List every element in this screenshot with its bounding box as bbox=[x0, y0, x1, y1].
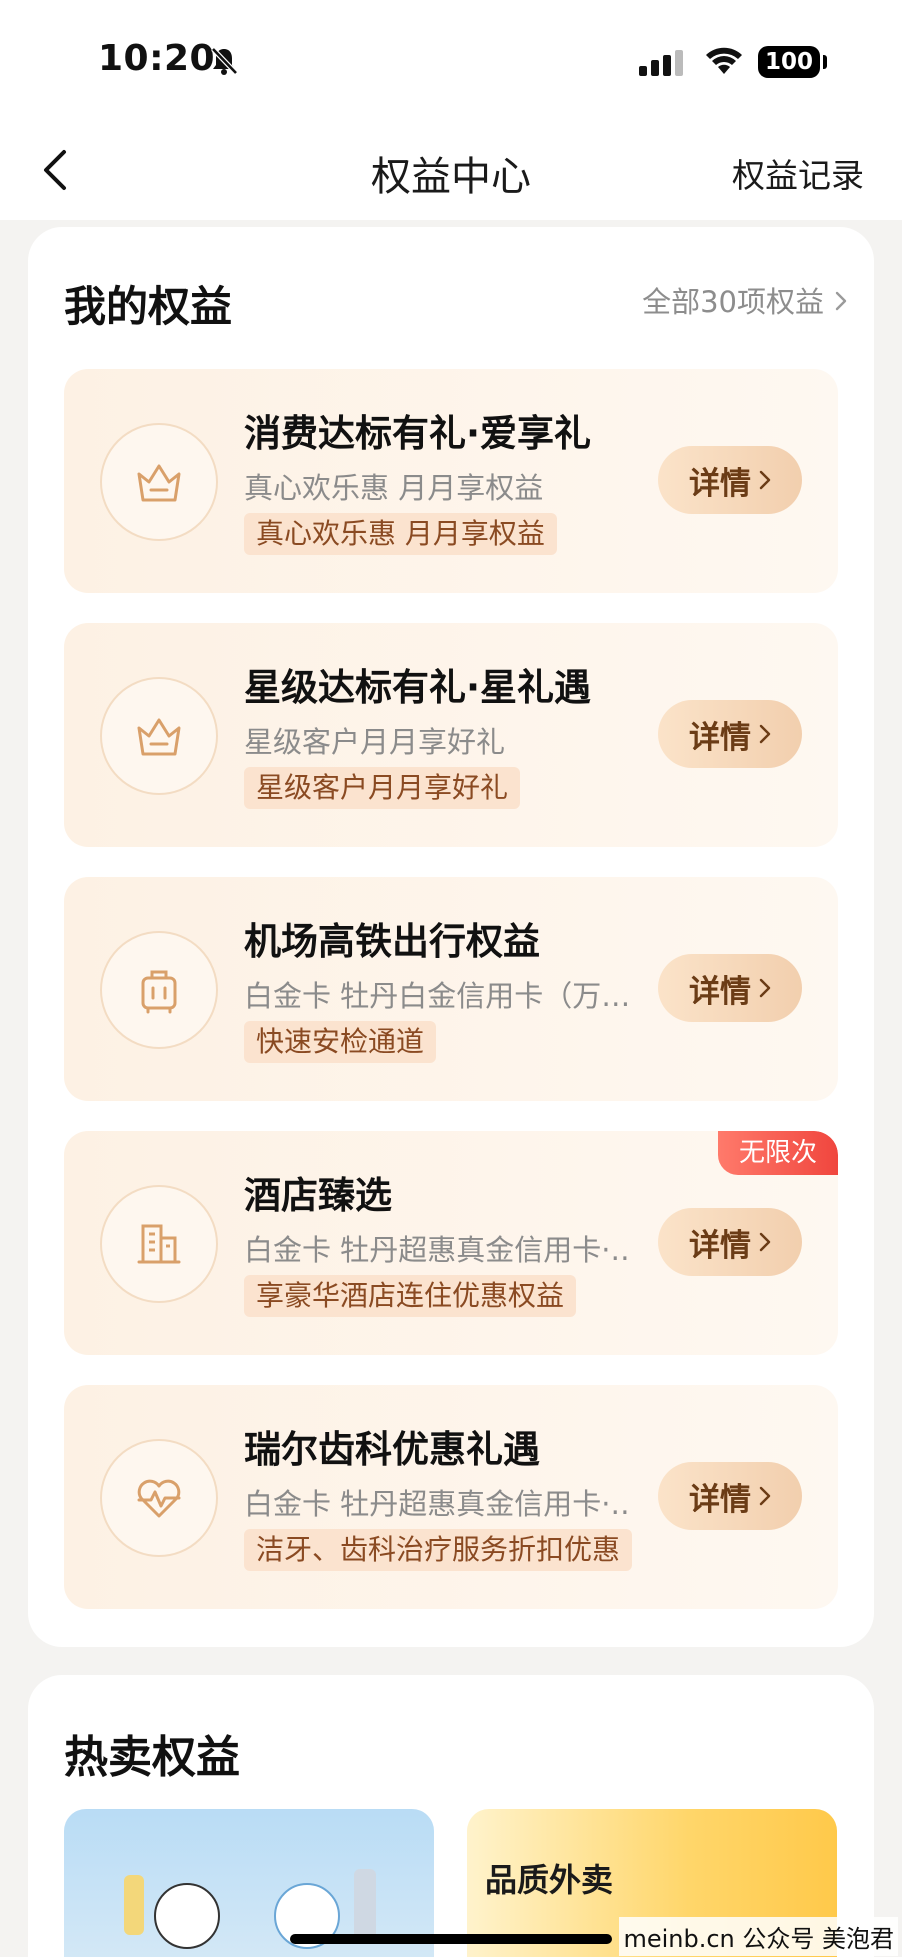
benefit-tag: 真心欢乐惠 月月享权益 bbox=[244, 513, 557, 555]
status-time: 10:20 bbox=[98, 38, 216, 79]
chevron-right-icon bbox=[759, 1480, 771, 1513]
details-label: 详情 bbox=[689, 719, 751, 756]
benefit-tag: 快速安检通道 bbox=[244, 1021, 437, 1063]
details-button[interactable]: 详情 bbox=[658, 1462, 802, 1530]
details-label: 详情 bbox=[689, 973, 751, 1010]
benefit-tag: 洁牙、齿科治疗服务折扣优惠 bbox=[244, 1529, 633, 1571]
details-label: 详情 bbox=[689, 465, 751, 502]
gift-basket-icon bbox=[100, 423, 218, 541]
benefit-tag: 星级客户月月享好礼 bbox=[244, 767, 521, 809]
all-benefits-link[interactable]: 全部30项权益 bbox=[642, 279, 848, 321]
benefit-tag: 享豪华酒店连住优惠权益 bbox=[244, 1275, 577, 1317]
wifi-icon bbox=[704, 46, 744, 80]
benefit-title: 酒店臻选 bbox=[244, 1174, 392, 1217]
luggage-icon bbox=[100, 931, 218, 1049]
benefit-subtitle: 星级客户月月享好礼 bbox=[244, 725, 506, 759]
details-button[interactable]: 详情 bbox=[658, 446, 802, 514]
benefit-subtitle: 白金卡 牡丹超惠真金信用卡·… bbox=[244, 1487, 628, 1521]
chevron-right-icon bbox=[759, 464, 771, 497]
unlimited-badge: 无限次 bbox=[718, 1131, 838, 1175]
all-benefits-label: 全部30项权益 bbox=[642, 285, 824, 319]
benefit-subtitle: 白金卡 牡丹白金信用卡（万… bbox=[244, 979, 628, 1013]
benefit-title: 瑞尔齿科优惠礼遇 bbox=[244, 1428, 540, 1471]
hotel-building-icon bbox=[100, 1185, 218, 1303]
section-title: 热卖权益 bbox=[64, 1732, 240, 1783]
details-button[interactable]: 详情 bbox=[658, 700, 802, 768]
my-benefits-card: 我的权益 全部30项权益 消费达标有礼·爱享礼 真心欢乐惠 月月享权益 真心欢乐… bbox=[28, 227, 874, 1647]
benefit-item[interactable]: 无限次 酒店臻选 白金卡 牡丹超惠真金信用卡·… 享豪华酒店连住优惠权益 详情 bbox=[64, 1131, 838, 1355]
section-title: 我的权益 bbox=[64, 282, 233, 331]
benefit-item[interactable]: 瑞尔齿科优惠礼遇 白金卡 牡丹超惠真金信用卡·… 洁牙、齿科治疗服务折扣优惠 详… bbox=[64, 1385, 838, 1609]
chevron-right-icon bbox=[759, 972, 771, 1005]
benefit-subtitle: 真心欢乐惠 月月享权益 bbox=[244, 471, 544, 505]
status-bar: 10:20 100 bbox=[0, 0, 902, 120]
watermark: meinb.cn 公众号 美泡君 bbox=[619, 1917, 898, 1956]
drink-bottle-image bbox=[124, 1875, 144, 1935]
details-button[interactable]: 详情 bbox=[658, 954, 802, 1022]
benefit-item[interactable]: 消费达标有礼·爱享礼 真心欢乐惠 月月享权益 真心欢乐惠 月月享权益 详情 bbox=[64, 369, 838, 593]
details-button[interactable]: 详情 bbox=[658, 1208, 802, 1276]
cellular-signal-icon bbox=[639, 50, 685, 80]
benefit-title: 星级达标有礼·星礼遇 bbox=[244, 666, 592, 709]
benefit-title: 机场高铁出行权益 bbox=[244, 920, 540, 963]
bell-muted-icon bbox=[210, 46, 238, 80]
benefit-subtitle: 白金卡 牡丹超惠真金信用卡·… bbox=[244, 1233, 628, 1267]
chevron-right-icon bbox=[759, 718, 771, 751]
chevron-right-icon bbox=[759, 1226, 771, 1259]
hot-benefits-card: 热卖权益 品质外卖 bbox=[28, 1675, 874, 1957]
gift-basket-icon bbox=[100, 677, 218, 795]
details-label: 详情 bbox=[689, 1481, 751, 1518]
home-indicator[interactable] bbox=[290, 1934, 612, 1944]
hot-benefit-title: 品质外卖 bbox=[485, 1861, 614, 1899]
drink-bottle-image bbox=[354, 1869, 376, 1939]
battery-tip bbox=[823, 55, 827, 69]
battery-indicator: 100 bbox=[758, 46, 820, 78]
benefit-records-link[interactable]: 权益记录 bbox=[732, 149, 864, 197]
nav-bar: 权益中心 权益记录 bbox=[0, 120, 902, 220]
heart-pulse-icon bbox=[100, 1439, 218, 1557]
benefit-item[interactable]: 星级达标有礼·星礼遇 星级客户月月享好礼 星级客户月月享好礼 详情 bbox=[64, 623, 838, 847]
benefit-title: 消费达标有礼·爱享礼 bbox=[244, 412, 592, 455]
panda-mascot-image bbox=[154, 1883, 220, 1949]
chevron-right-icon bbox=[834, 285, 848, 319]
details-label: 详情 bbox=[689, 1227, 751, 1264]
benefit-item[interactable]: 机场高铁出行权益 白金卡 牡丹白金信用卡（万… 快速安检通道 详情 bbox=[64, 877, 838, 1101]
